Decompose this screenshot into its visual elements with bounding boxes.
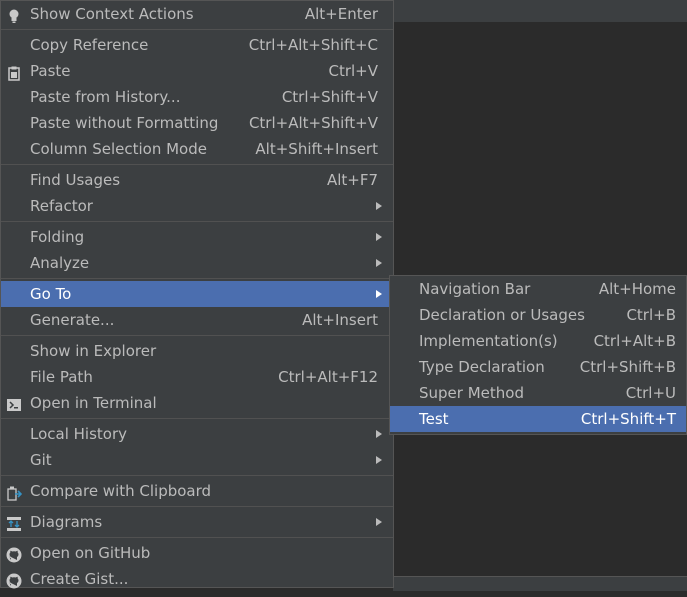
menu-item-shortcut: Ctrl+B [626,306,676,324]
bulb-icon [6,6,22,23]
menu-item-shortcut: Ctrl+Alt+F12 [278,368,378,386]
menu-separator [1,506,393,507]
menu-item-label: Go To [30,285,72,303]
menu-item-shortcut: Ctrl+Alt+Shift+C [248,36,378,54]
menu-item-shortcut: Alt+Home [598,280,676,298]
menu-separator [1,475,393,476]
submenu-arrow-icon [376,430,382,438]
menu-item-analyze[interactable]: Analyze [1,250,393,276]
menu-item-shortcut: Ctrl+Alt+Shift+V [248,114,378,132]
clipboard-icon [6,63,22,81]
menu-item-implementation-s[interactable]: Implementation(s) Ctrl+Alt+B [390,328,686,354]
menu-item-go-to[interactable]: Go To [1,281,393,307]
menu-item-label: Show Context Actions [30,5,194,23]
menu-item-git[interactable]: Git [1,447,393,473]
menu-item-test[interactable]: Test Ctrl+Shift+T [390,406,686,432]
menu-item-shortcut: Ctrl+Alt+B [593,332,676,350]
menu-item-shortcut: Alt+Shift+Insert [255,140,378,158]
menu-separator [1,537,393,538]
menu-separator [1,278,393,279]
menu-separator [1,164,393,165]
github-icon [6,545,22,563]
menu-item-label: Generate... [30,311,115,329]
submenu-arrow-icon [376,518,382,526]
menu-item-file-path[interactable]: File Path Ctrl+Alt+F12 [1,364,393,390]
submenu-arrow-icon [376,259,382,267]
menu-item-create-gist[interactable]: Create Gist... [1,566,393,592]
menu-item-diagrams[interactable]: Diagrams [1,509,393,535]
menu-item-super-method[interactable]: Super Method Ctrl+U [390,380,686,406]
compare-icon [6,483,23,501]
menu-item-shortcut: Ctrl+Shift+V [281,88,378,106]
menu-item-label: Paste from History... [30,88,181,106]
menu-item-declaration-or-usages[interactable]: Declaration or Usages Ctrl+B [390,302,686,328]
terminal-icon [6,395,22,411]
menu-item-local-history[interactable]: Local History [1,421,393,447]
menu-item-label: Find Usages [30,171,121,189]
menu-item-label: Navigation Bar [419,280,531,298]
menu-item-label: File Path [30,368,93,386]
menu-item-label: Create Gist... [30,570,129,588]
menu-item-paste-from-history[interactable]: Paste from History... Ctrl+Shift+V [1,84,393,110]
menu-item-label: Compare with Clipboard [30,482,212,500]
menu-item-navigation-bar[interactable]: Navigation Bar Alt+Home [390,276,686,302]
menu-separator [1,29,393,30]
context-menu: Show Context Actions Alt+Enter Copy Refere… [0,0,394,589]
menu-item-open-on-github[interactable]: Open on GitHub [1,540,393,566]
menu-separator [1,335,393,336]
goto-submenu: Navigation Bar Alt+Home Declaration or Usa… [389,275,687,435]
menu-item-compare-with-clipboard[interactable]: Compare with Clipboard [1,478,393,504]
menu-item-label: Column Selection Mode [30,140,207,158]
menu-item-shortcut: Ctrl+Shift+B [579,358,676,376]
menu-item-label: Open on GitHub [30,544,151,562]
menu-item-refactor[interactable]: Refactor [1,193,393,219]
submenu-arrow-icon [376,456,382,464]
menu-item-label: Implementation(s) [419,332,558,350]
menu-item-column-selection-mode[interactable]: Column Selection Mode Alt+Shift+Insert [1,136,393,162]
menu-item-find-usages[interactable]: Find Usages Alt+F7 [1,167,393,193]
menu-item-label: Paste without Formatting [30,114,219,132]
menu-item-shortcut: Alt+Insert [302,311,378,329]
menu-item-shortcut: Alt+Enter [304,5,378,23]
menu-separator [1,418,393,419]
submenu-arrow-icon [376,233,382,241]
menu-item-label: Open in Terminal [30,394,157,412]
diagram-icon [6,514,22,531]
menu-item-shortcut: Ctrl+V [328,62,378,80]
menu-item-label: Test [419,410,449,428]
github-icon [6,571,22,589]
menu-item-label: Super Method [419,384,524,402]
menu-item-label: Local History [30,425,128,443]
menu-item-shortcut: Ctrl+Shift+T [580,410,676,428]
menu-item-show-context-actions[interactable]: Show Context Actions Alt+Enter [1,1,393,27]
menu-item-shortcut: Ctrl+U [625,384,676,402]
editor-bottom-strip [393,576,687,591]
menu-item-open-in-terminal[interactable]: Open in Terminal [1,390,393,416]
menu-separator [1,221,393,222]
menu-item-folding[interactable]: Folding [1,224,393,250]
menu-item-label: Declaration or Usages [419,306,585,324]
menu-item-paste[interactable]: Paste Ctrl+V [1,58,393,84]
menu-item-copy-reference[interactable]: Copy Reference Ctrl+Alt+Shift+C [1,32,393,58]
menu-item-generate[interactable]: Generate... Alt+Insert [1,307,393,333]
menu-item-type-declaration[interactable]: Type Declaration Ctrl+Shift+B [390,354,686,380]
menu-item-show-in-explorer[interactable]: Show in Explorer [1,338,393,364]
submenu-arrow-icon [376,290,382,298]
menu-item-shortcut: Alt+F7 [326,171,378,189]
menu-item-label: Copy Reference [30,36,149,54]
submenu-arrow-icon [376,202,382,210]
menu-item-label: Refactor [30,197,93,215]
menu-item-label: Diagrams [30,513,103,531]
menu-item-label: Folding [30,228,85,246]
menu-item-label: Show in Explorer [30,342,157,360]
editor-tab-strip [393,0,687,22]
menu-item-paste-without-formatting[interactable]: Paste without Formatting Ctrl+Alt+Shift+V [1,110,393,136]
menu-item-label: Paste [30,62,71,80]
menu-item-label: Git [30,451,52,469]
menu-item-label: Type Declaration [419,358,545,376]
menu-item-label: Analyze [30,254,90,272]
